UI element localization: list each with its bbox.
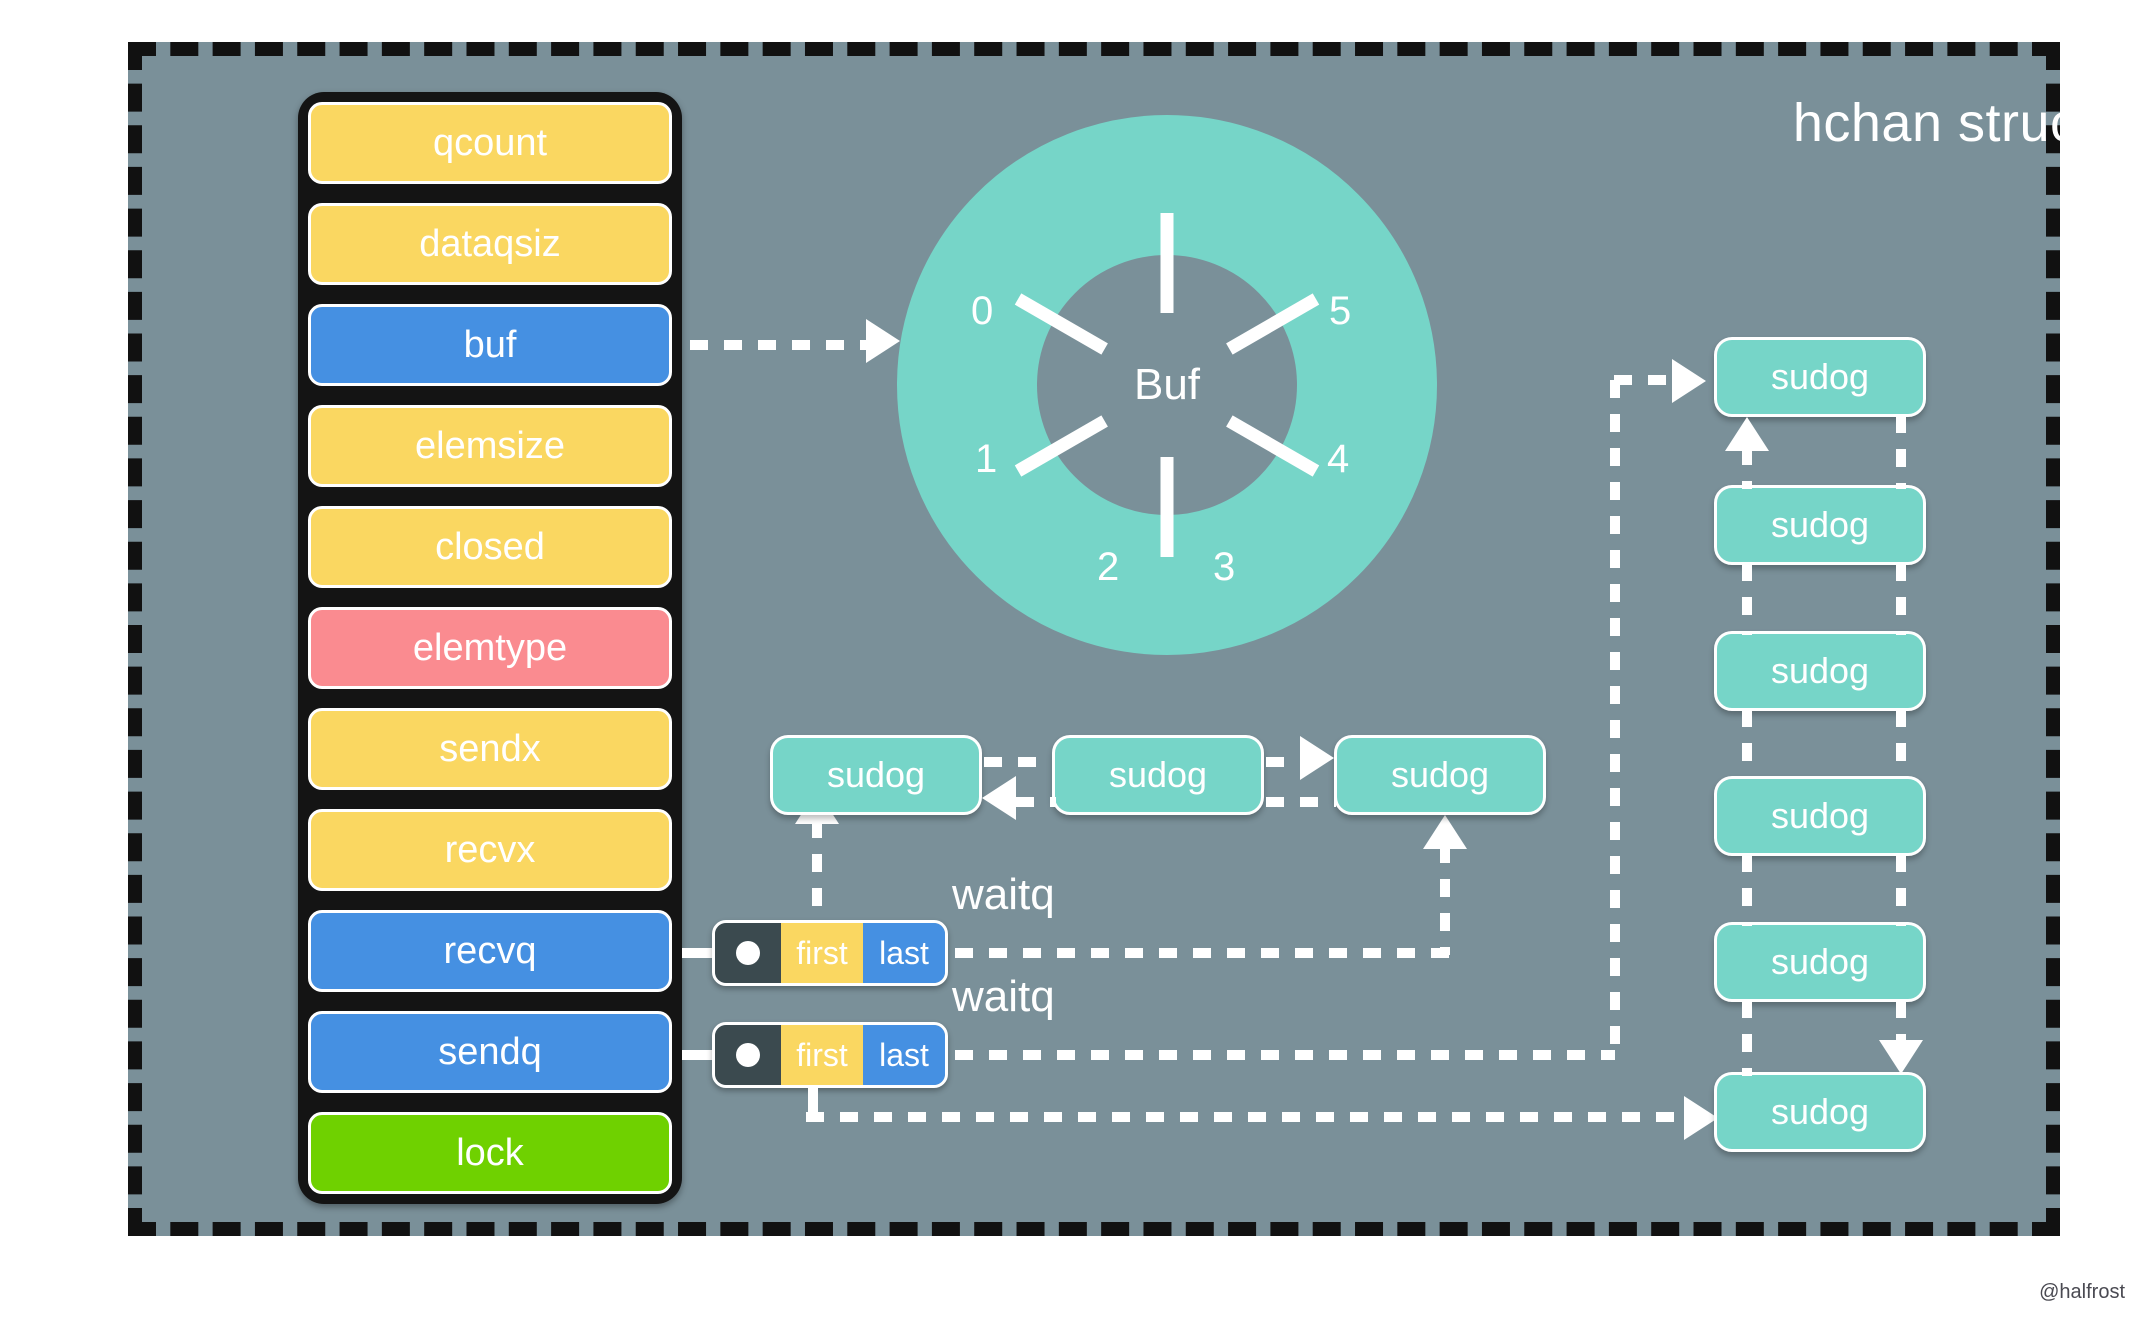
recvq-link-2-1-back: [1016, 797, 1056, 807]
recvq-link-1-2-forward: [984, 757, 1054, 767]
sendq-last-riser: [1610, 380, 1620, 1055]
struct-field-elemsize[interactable]: elemsize: [308, 405, 672, 487]
buf-to-buffer-connector: [690, 340, 868, 350]
field-label: elemtype: [412, 626, 568, 669]
struct-field-sendq[interactable]: sendq: [308, 1011, 672, 1093]
field-label: dataqsiz: [419, 222, 561, 265]
struct-field-recvq[interactable]: recvq: [308, 910, 672, 992]
sendq-link-6-5: [1742, 1000, 1752, 1076]
hchan-struct-field-list: qcount dataqsiz buf elemsize closed elem…: [298, 92, 682, 1204]
sudog-label: sudog: [1770, 504, 1870, 545]
field-label: sendq: [438, 1030, 542, 1073]
recvq-link-3-2-back: [1266, 797, 1336, 807]
struct-field-qcount[interactable]: qcount: [308, 102, 672, 184]
sudog-label: sudog: [1770, 650, 1870, 691]
sendq-sudog-2[interactable]: sudog: [1714, 485, 1926, 565]
field-label: buf: [463, 323, 517, 366]
field-label: elemsize: [415, 424, 565, 467]
recvq-sudog-3[interactable]: sudog: [1334, 735, 1546, 815]
sendq-link-5-4: [1742, 854, 1752, 926]
recvq-link-2-3-arrowhead: [1300, 736, 1334, 780]
struct-field-sendx[interactable]: sendx: [308, 708, 672, 790]
sendq-sudog-3[interactable]: sudog: [1714, 631, 1926, 711]
sendq-link-3-4: [1896, 709, 1906, 779]
sendq-link-1-2: [1896, 415, 1906, 489]
sendq-last-cell[interactable]: last: [863, 1025, 945, 1085]
page-title: hchan struct: [1792, 93, 2093, 153]
sudog-label: sudog: [1770, 941, 1870, 982]
sendq-pointer-dot: [715, 1025, 781, 1085]
recvq-last-arrowhead: [1423, 815, 1467, 849]
sendq-link-2-3: [1896, 563, 1906, 635]
struct-field-recvx[interactable]: recvx: [308, 809, 672, 891]
sendq-last-connector: [955, 1050, 1615, 1060]
recvq-first-connector: [812, 820, 822, 920]
sendq-last-top-segment: [1614, 375, 1676, 385]
ring-buffer-donut: Buf 0 1 2 3 4 5: [897, 115, 1437, 655]
sendq-first-arrowhead: [1684, 1096, 1718, 1140]
sudog-label: sudog: [1770, 795, 1870, 836]
sendq-link-2-1-arrowhead: [1725, 417, 1769, 451]
recvq-link-2-1-arrowhead: [982, 776, 1016, 820]
recvq-link-2-3-forward: [1266, 757, 1302, 767]
field-label: closed: [435, 525, 545, 568]
field-label: qcount: [432, 121, 548, 164]
field-label: recvq: [443, 929, 537, 972]
sendq-first-connector: [806, 1112, 1686, 1122]
recvq-waitq-pill[interactable]: first last: [712, 920, 948, 986]
sendq-link-4-3: [1742, 709, 1752, 779]
sendq-last-arrowhead: [1672, 359, 1706, 403]
field-label: lock: [456, 1131, 524, 1174]
recvq-waitq-label: waitq: [952, 870, 1055, 919]
sendq-waitq-label: waitq: [952, 972, 1055, 1021]
buf-to-buffer-arrowhead: [866, 319, 900, 363]
buffer-center-label: Buf: [1133, 360, 1201, 409]
sudog-label: sudog: [1108, 754, 1208, 795]
recvq-first-cell[interactable]: first: [781, 923, 863, 983]
struct-field-lock[interactable]: lock: [308, 1112, 672, 1194]
recvq-sudog-2[interactable]: sudog: [1052, 735, 1264, 815]
sendq-sudog-4[interactable]: sudog: [1714, 776, 1926, 856]
sendq-link-4-5: [1896, 854, 1906, 926]
sudog-label: sudog: [1770, 1091, 1870, 1132]
sudog-label: sudog: [826, 754, 926, 795]
sudog-label: sudog: [1390, 754, 1490, 795]
field-label: recvx: [444, 828, 536, 871]
field-label: sendx: [439, 727, 541, 770]
author-watermark: @halfrost: [2039, 1281, 2125, 1303]
recvq-last-connector: [955, 948, 1450, 958]
sendq-link-5-6: [1896, 1000, 1906, 1042]
recvq-last-cell[interactable]: last: [863, 923, 945, 983]
recvq-sudog-1[interactable]: sudog: [770, 735, 982, 815]
sendq-waitq-pill[interactable]: first last: [712, 1022, 948, 1088]
sendq-sudog-6[interactable]: sudog: [1714, 1072, 1926, 1152]
recvq-pointer-dot: [715, 923, 781, 983]
struct-field-closed[interactable]: closed: [308, 506, 672, 588]
sendq-first-cell[interactable]: first: [781, 1025, 863, 1085]
sudog-label: sudog: [1770, 356, 1870, 397]
diagram-canvas: hchan struct qcount dataqsiz buf elemsiz…: [0, 0, 2149, 1322]
struct-field-elemtype[interactable]: elemtype: [308, 607, 672, 689]
sendq-link-2-1: [1742, 447, 1752, 489]
recvq-last-riser: [1440, 845, 1450, 955]
struct-field-buf[interactable]: buf: [308, 304, 672, 386]
sendq-link-3-2: [1742, 563, 1752, 635]
sendq-sudog-5[interactable]: sudog: [1714, 922, 1926, 1002]
sendq-link-5-6-arrowhead: [1879, 1040, 1923, 1074]
struct-field-dataqsiz[interactable]: dataqsiz: [308, 203, 672, 285]
sendq-sudog-1[interactable]: sudog: [1714, 337, 1926, 417]
